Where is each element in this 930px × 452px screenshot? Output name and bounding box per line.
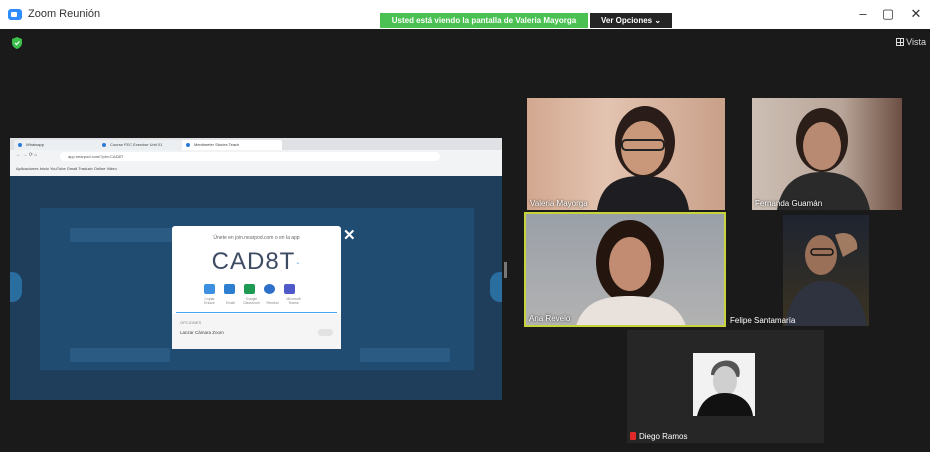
join-instruction: Únete en join.nearpod.com o en la app: [213, 235, 300, 241]
browser-tabs: Whatsapp Course FEC Exercise Unit 01 Men…: [10, 138, 502, 150]
zoom-logo-icon: [8, 9, 22, 20]
modal-close-icon: ✕: [343, 227, 356, 244]
share-label: Google Classroom: [243, 297, 260, 305]
muted-mic-icon: [630, 432, 636, 440]
browser-tab: Course FEC Exercise Unit 01: [98, 140, 190, 150]
background-block: [360, 348, 450, 362]
share-label: Copiar Enlace: [204, 297, 215, 305]
option-label: Lanzar Cámara Zoom: [180, 330, 224, 335]
encryption-shield-icon[interactable]: [12, 37, 22, 49]
view-button-label: Vista: [906, 37, 926, 47]
browser-bookmarks-bar: Aplicaciones Inicio YouTube Gmail Traduc…: [16, 166, 117, 171]
modal-divider: [176, 312, 337, 313]
previous-slide-arrow: [10, 272, 22, 302]
window-titlebar: Zoom Reunión Usted está viendo la pantal…: [0, 0, 930, 29]
participant-tile-ana-active[interactable]: Ana Revelo: [524, 212, 726, 327]
participant-video-frame: [783, 215, 869, 326]
browser-nav-icons: ← → ⟳ ⌂: [16, 152, 38, 158]
next-slide-arrow: [490, 272, 502, 302]
join-code-modal: Únete en join.nearpod.com o en la app CA…: [172, 226, 341, 349]
share-icons: [204, 281, 314, 295]
email-icon: [224, 284, 235, 294]
share-label: Remind: [266, 301, 279, 305]
participant-name: Valeria Mayorga: [530, 199, 588, 208]
google-classroom-icon: [244, 284, 255, 294]
browser-tab-active: Mentimeter Stories Teach: [182, 140, 282, 150]
option-toggle: [318, 329, 333, 336]
browser-tab-label: Whatsapp: [26, 142, 45, 147]
remind-icon: [264, 284, 275, 294]
avatar-photo: [697, 360, 753, 416]
join-code-value: CAD8T: [211, 248, 296, 275]
tab-favicon-icon: [186, 143, 190, 147]
window-title: Zoom Reunión: [28, 8, 101, 20]
background-block: [70, 348, 170, 362]
browser-tab-label: Course FEC Exercise Unit 01: [110, 142, 163, 147]
participant-video: [785, 232, 867, 326]
share-labels: Copiar Enlace Email Google Classroom Remind…: [199, 297, 319, 305]
participant-tile-felipe[interactable]: Felipe Santamaría: [727, 212, 869, 327]
screen-share-banner: Usted está viendo la pantalla de Valeria…: [380, 13, 588, 28]
participant-video: [576, 220, 686, 325]
restore-button[interactable]: ▢: [876, 6, 900, 22]
participant-name-row: Diego Ramos: [630, 432, 687, 441]
participant-avatar-diego: [693, 353, 755, 416]
browser-tab-label: Mentimeter Stories Teach: [194, 142, 240, 147]
join-code: CAD8T⌄: [172, 248, 341, 276]
participant-video: [777, 108, 870, 210]
code-suffix-icon: ⌄: [295, 260, 302, 267]
tab-favicon-icon: [18, 143, 22, 147]
view-options-button[interactable]: Ver Opciones ⌄: [590, 13, 672, 28]
microsoft-teams-icon: [284, 284, 295, 294]
participant-name: Fernanda Guamán: [755, 199, 823, 208]
panel-splitter-handle[interactable]: [504, 262, 507, 278]
link-icon: [204, 284, 215, 294]
shared-browser-chrome: Whatsapp Course FEC Exercise Unit 01 Men…: [10, 138, 502, 176]
participant-name: Diego Ramos: [639, 432, 688, 441]
tab-favicon-icon: [102, 143, 106, 147]
browser-address-bar: app.nearpod.com/?pin=CAD8T: [60, 152, 440, 161]
share-label: Microsoft Teams: [286, 297, 301, 305]
participant-name: Felipe Santamaría: [730, 316, 796, 325]
participant-name: Ana Revelo: [529, 314, 571, 323]
options-heading: OPCIONES: [180, 320, 202, 325]
participant-video: [597, 106, 689, 210]
browser-tab: Whatsapp: [14, 140, 106, 150]
participant-tile-valeria[interactable]: Valeria Mayorga: [527, 98, 725, 210]
view-toggle-button[interactable]: Vista: [896, 37, 926, 47]
modal-options: OPCIONES Lanzar Cámara Zoom: [172, 314, 341, 349]
share-label: Email: [226, 301, 235, 305]
minimize-button[interactable]: –: [851, 6, 875, 21]
participant-tile-fernanda[interactable]: Fernanda Guamán: [752, 98, 902, 210]
close-window-button[interactable]: ✕: [904, 6, 928, 22]
grid-view-icon: [896, 38, 905, 46]
